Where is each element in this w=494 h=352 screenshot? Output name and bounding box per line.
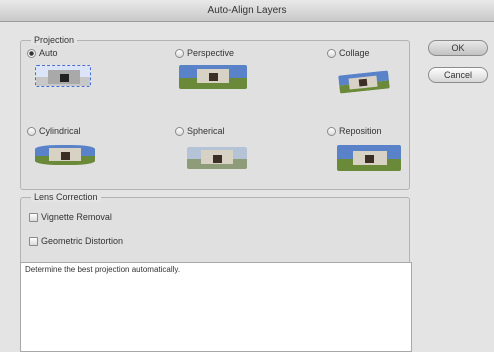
radio-cylindrical[interactable] (27, 126, 36, 136)
auto-align-dialog: Projection Auto Perspective Collage Cyli… (0, 22, 494, 352)
projection-option-perspective[interactable]: Perspective (175, 47, 285, 117)
geometric-distortion-label: Geometric Distortion (41, 236, 124, 246)
lens-correction-group: Lens Correction Vignette Removal Geometr… (20, 192, 410, 265)
radio-auto[interactable] (27, 48, 36, 58)
radio-label-spherical: Spherical (187, 126, 225, 136)
projection-option-auto[interactable]: Auto (27, 47, 137, 117)
projection-group: Projection Auto Perspective Collage Cyli… (20, 35, 410, 190)
radio-label-cylindrical: Cylindrical (39, 126, 81, 136)
radio-label-collage: Collage (339, 48, 370, 58)
window-titlebar: Auto-Align Layers (0, 0, 494, 22)
description-text: Determine the best projection automatica… (25, 265, 181, 274)
collage-thumbnail[interactable] (338, 70, 390, 94)
radio-reposition[interactable] (327, 126, 336, 136)
reposition-thumbnail[interactable] (337, 145, 401, 171)
projection-option-spherical[interactable]: Spherical (175, 125, 285, 195)
projection-option-collage[interactable]: Collage (327, 47, 437, 117)
vignette-removal-label: Vignette Removal (41, 212, 112, 222)
vignette-removal-option[interactable]: Vignette Removal (29, 212, 112, 222)
radio-collage[interactable] (327, 48, 336, 58)
radio-label-auto: Auto (39, 48, 58, 58)
description-box: Determine the best projection automatica… (20, 262, 412, 352)
projection-option-reposition[interactable]: Reposition (327, 125, 437, 195)
geometric-distortion-checkbox[interactable] (29, 236, 38, 246)
projection-option-cylindrical[interactable]: Cylindrical (27, 125, 137, 195)
auto-thumbnail[interactable] (35, 65, 91, 87)
spherical-thumbnail[interactable] (187, 147, 247, 169)
projection-legend: Projection (31, 35, 78, 45)
perspective-thumbnail[interactable] (179, 65, 247, 89)
radio-perspective[interactable] (175, 48, 184, 58)
radio-label-perspective: Perspective (187, 48, 235, 58)
lens-correction-legend: Lens Correction (31, 192, 101, 202)
radio-spherical[interactable] (175, 126, 184, 136)
window-title: Auto-Align Layers (207, 5, 287, 16)
radio-label-reposition: Reposition (339, 126, 382, 136)
cancel-button[interactable]: Cancel (428, 67, 488, 83)
geometric-distortion-option[interactable]: Geometric Distortion (29, 236, 123, 246)
vignette-removal-checkbox[interactable] (29, 212, 38, 222)
ok-button[interactable]: OK (428, 40, 488, 56)
cylindrical-thumbnail[interactable] (35, 145, 95, 165)
